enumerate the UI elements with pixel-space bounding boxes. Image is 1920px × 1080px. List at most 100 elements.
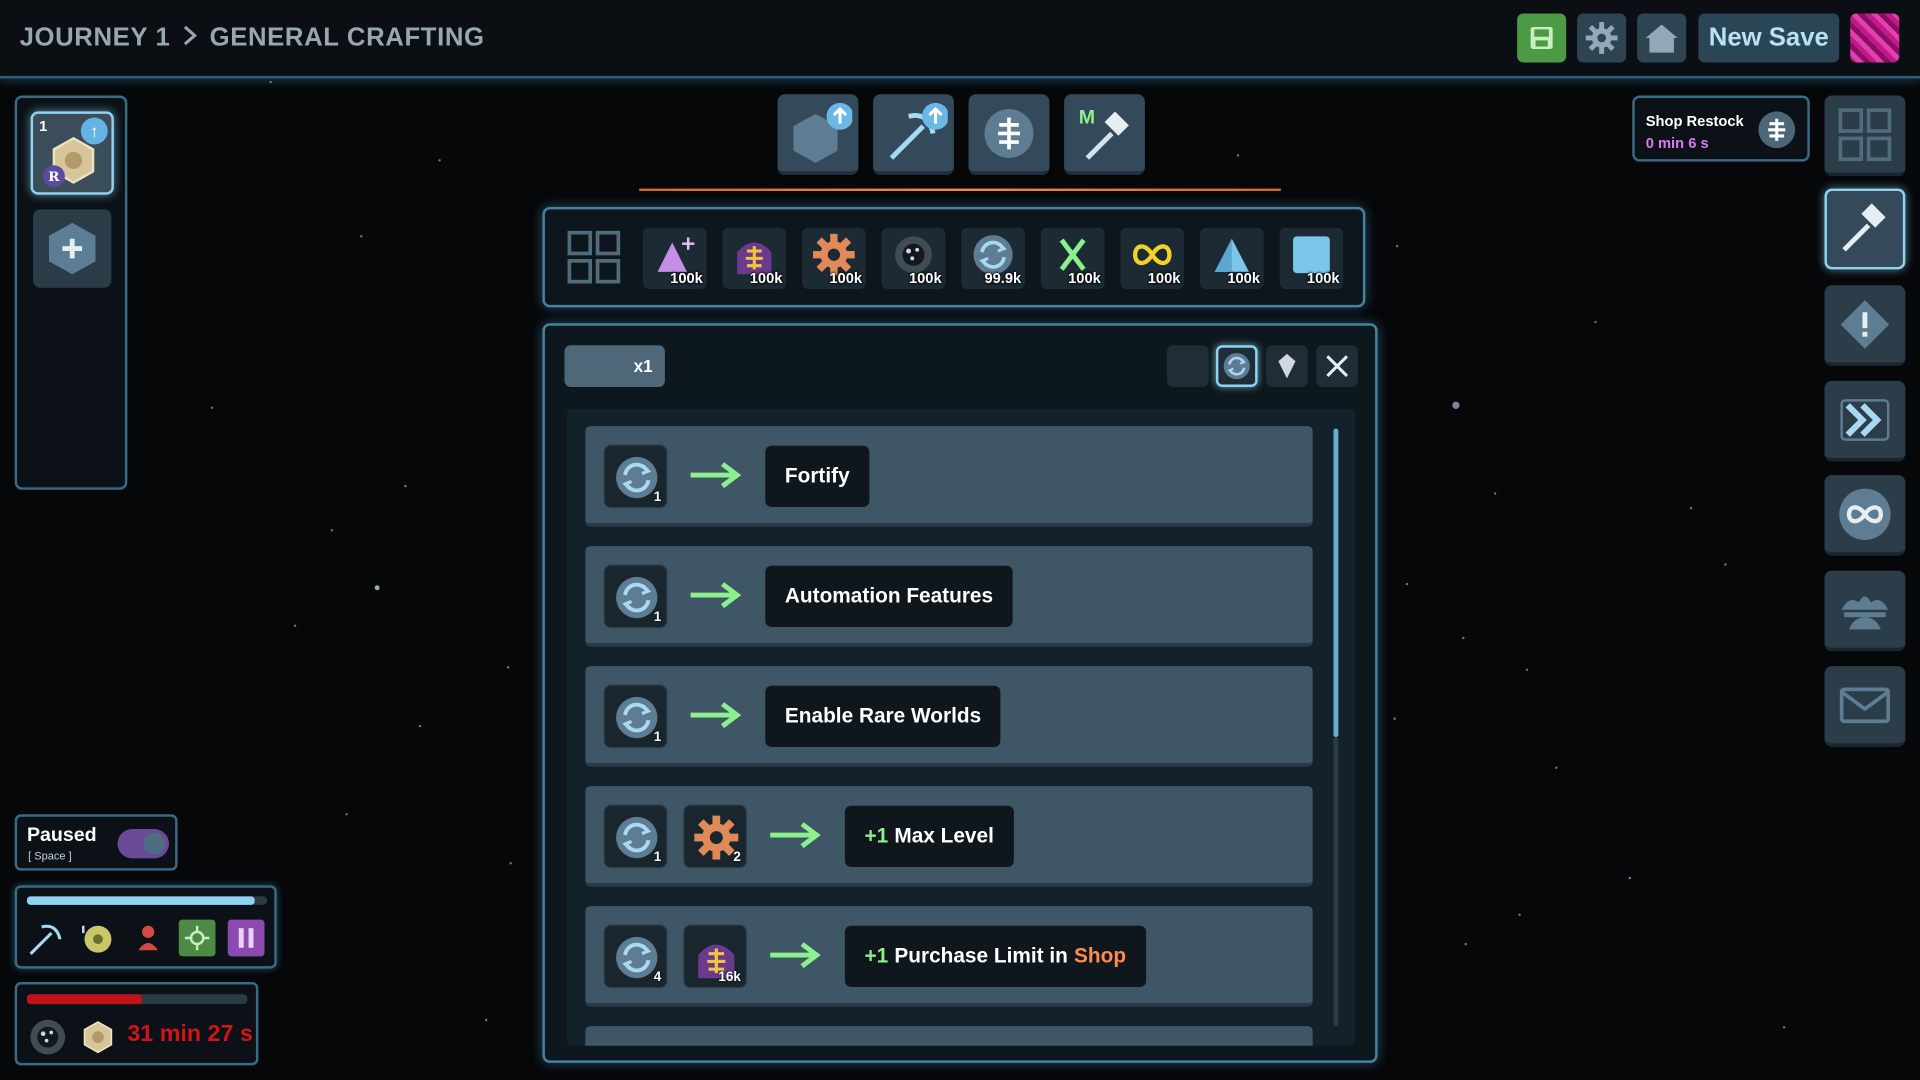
resource-gear[interactable]: 100k xyxy=(802,227,866,289)
timer-progress-bar xyxy=(26,994,248,1005)
breadcrumb: JOURNEY 1 GENERAL CRAFTING xyxy=(20,22,485,54)
side-mail-button[interactable] xyxy=(1824,666,1906,747)
hexagon-upgrade-icon xyxy=(793,102,853,163)
tool-token[interactable] xyxy=(968,94,1050,176)
resource-dark-orb[interactable]: 100k xyxy=(881,227,946,289)
effect-text: Purchase Limit in xyxy=(894,944,1068,968)
world-hex-icon xyxy=(83,1021,113,1054)
effect-text: Automation Features xyxy=(784,584,994,608)
tool-pickaxe-upgrade[interactable] xyxy=(873,94,954,176)
effect-text: Max Level xyxy=(894,824,994,848)
world-slot-1[interactable]: 1 ↑ R xyxy=(30,111,114,195)
cost-slot: 1 xyxy=(603,564,668,629)
paused-label: Paused xyxy=(26,825,97,847)
upgrade-row-max-level[interactable]: 1 2 +1 Max Level xyxy=(585,786,1313,887)
upgrade-row-automation[interactable]: 1 Automation Features xyxy=(585,546,1313,647)
arrow-right-icon xyxy=(690,702,742,729)
world-slot-number: 1 xyxy=(39,117,48,135)
side-alert-button[interactable] xyxy=(1824,285,1906,367)
multiplier-button[interactable]: x1 xyxy=(564,345,665,387)
upgrade-row-purchase-limit[interactable]: 4 16k +1 Purchase Limit in Shop xyxy=(585,906,1313,1007)
filter-gem[interactable] xyxy=(1266,345,1308,387)
settings-button[interactable] xyxy=(1577,13,1627,63)
cost-slot: 2 xyxy=(683,804,747,869)
resource-refresh[interactable]: 99.9k xyxy=(961,227,1025,289)
side-fast-forward-button[interactable] xyxy=(1824,380,1906,462)
pause-toggle[interactable] xyxy=(117,828,169,859)
target-icon[interactable] xyxy=(178,919,216,957)
upgrade-row-fortify[interactable]: 1 Fortify xyxy=(585,426,1313,527)
token-icon[interactable] xyxy=(1758,111,1796,149)
resource-bar: 100k 100k 100k 100k 99.9k 100k 100k 100k… xyxy=(542,206,1366,308)
resource-amount: 100k xyxy=(908,269,942,287)
side-crafting-button[interactable] xyxy=(1824,188,1906,270)
hammer-icon xyxy=(1842,203,1886,252)
resource-square[interactable]: 100k xyxy=(1279,227,1344,289)
grid-icon[interactable] xyxy=(567,230,621,284)
upgrade-effect: +1 Max Level xyxy=(844,805,1014,867)
cost-amount: 1 xyxy=(653,609,662,625)
side-team-button[interactable] xyxy=(1824,570,1906,652)
arrow-right-icon xyxy=(690,582,742,609)
home-button[interactable] xyxy=(1637,13,1687,63)
cost-slot: 1 xyxy=(603,684,668,749)
side-grid-button[interactable] xyxy=(1824,95,1906,177)
upgrade-row-rare-worlds[interactable]: 1 Enable Rare Worlds xyxy=(585,666,1313,767)
fast-forward-icon xyxy=(1840,398,1890,441)
upgrade-effect: Fortify xyxy=(765,445,870,507)
cost-amount: 1 xyxy=(653,729,662,745)
pickaxe-icon[interactable] xyxy=(27,920,64,957)
filter-blank[interactable] xyxy=(1166,345,1209,387)
person-icon[interactable] xyxy=(130,920,167,957)
upgrade-row-partial[interactable] xyxy=(585,1026,1313,1046)
scrollbar-thumb[interactable] xyxy=(1333,428,1339,738)
cost-amount: 1 xyxy=(653,489,662,505)
resource-crystal[interactable]: 100k xyxy=(642,227,707,289)
close-button[interactable] xyxy=(1316,345,1358,387)
shop-restock-title: Shop Restock xyxy=(1645,112,1744,130)
effect-text: Enable Rare Worlds xyxy=(784,704,982,728)
dark-orb-icon xyxy=(30,1019,66,1055)
world-list-panel: 1 ↑ R xyxy=(14,95,128,490)
resource-amount: 99.9k xyxy=(984,269,1022,287)
resource-amount: 100k xyxy=(1306,269,1340,287)
breadcrumb-journey[interactable]: JOURNEY 1 xyxy=(20,23,171,52)
shop-restock-panel: Shop Restock 0 min 6 s xyxy=(1632,95,1810,162)
resource-amount: 100k xyxy=(749,269,783,287)
resource-token[interactable]: 100k xyxy=(722,227,787,289)
arrow-right-icon xyxy=(770,942,821,969)
world-timer-panel: 31 min 27 s xyxy=(14,982,259,1066)
pause-toggle-panel: Paused [ Space ] xyxy=(14,814,178,871)
upgrade-list[interactable]: 1 Fortify 1 Automation Features 1 Enable… xyxy=(566,408,1356,1046)
resource-amount: 100k xyxy=(1068,269,1101,287)
save-button[interactable] xyxy=(1517,13,1567,63)
tool-world-upgrade[interactable] xyxy=(777,94,859,176)
add-hex-icon xyxy=(48,222,96,275)
rarity-badge: R xyxy=(42,165,65,188)
filter-refresh[interactable] xyxy=(1215,345,1258,387)
side-infinity-button[interactable] xyxy=(1824,475,1906,556)
resource-x[interactable]: 100k xyxy=(1040,227,1105,289)
upgrade-effect: +1 Purchase Limit in Shop xyxy=(844,925,1146,987)
cost-slot: 16k xyxy=(683,924,747,989)
miner-panel xyxy=(14,885,277,969)
upgrade-effect: Enable Rare Worlds xyxy=(765,685,1001,747)
add-world-button[interactable] xyxy=(33,209,112,288)
avatar[interactable] xyxy=(1850,13,1900,63)
mail-icon xyxy=(1839,686,1891,723)
cost-slot: 1 xyxy=(603,444,668,509)
pause-icon[interactable] xyxy=(227,919,265,957)
cost-slot: 1 xyxy=(603,804,668,869)
token-icon xyxy=(984,108,1034,158)
disc-icon[interactable] xyxy=(78,920,115,957)
tool-master-hammer[interactable]: M xyxy=(1064,94,1145,176)
effect-shop-highlight: Shop xyxy=(1074,944,1127,968)
save-icon xyxy=(1530,26,1553,49)
new-save-button[interactable]: New Save xyxy=(1698,13,1840,63)
resource-triangle[interactable]: 100k xyxy=(1200,227,1264,289)
cost-amount: 4 xyxy=(653,969,662,985)
resource-infinity[interactable]: 100k xyxy=(1120,227,1185,289)
arrow-right-icon xyxy=(770,822,821,849)
tool-selector-line xyxy=(639,188,1281,192)
upgrade-panel: x1 1 Fortify 1 Automation Features 1 Ena… xyxy=(542,323,1378,1063)
